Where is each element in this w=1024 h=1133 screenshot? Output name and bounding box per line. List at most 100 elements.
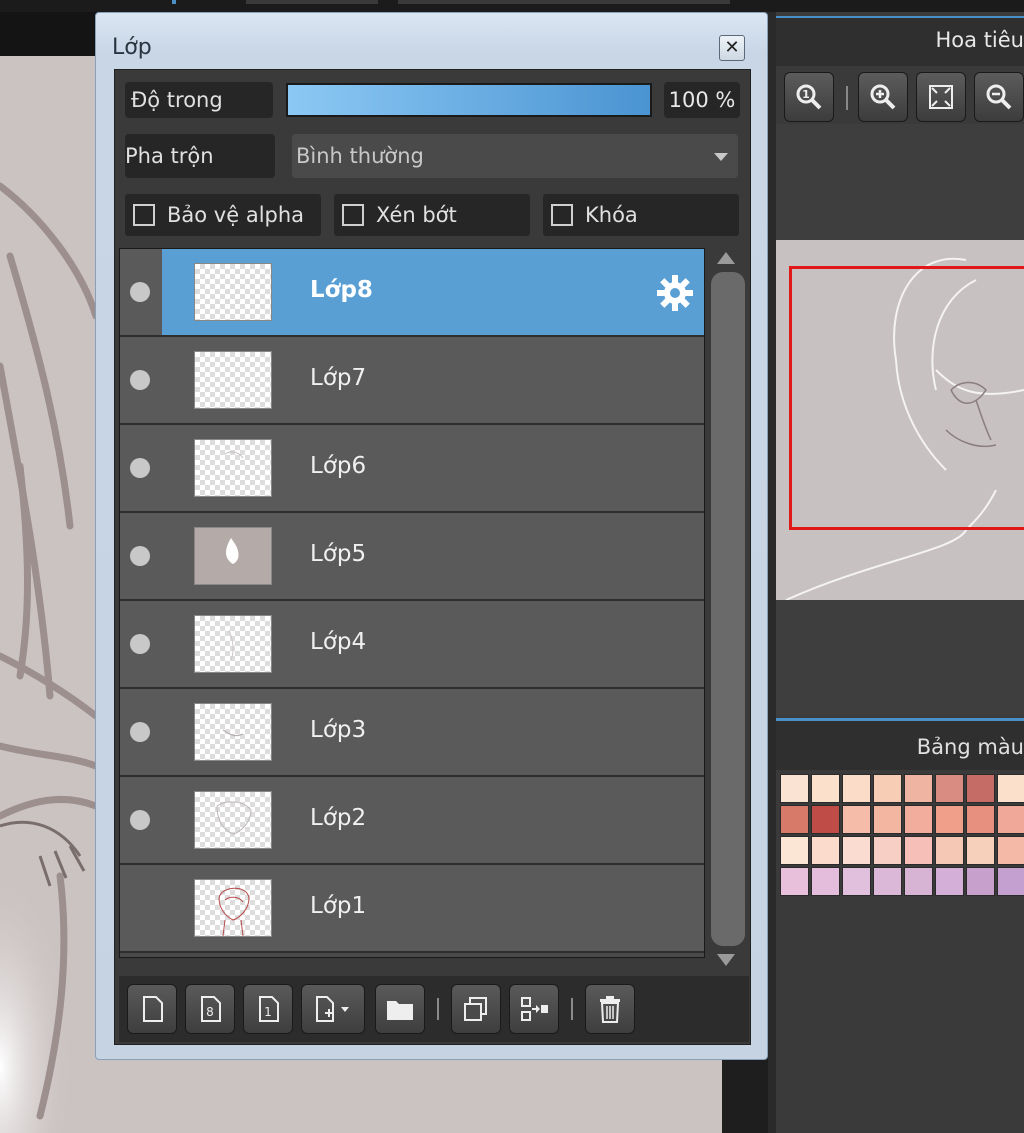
color-swatch[interactable] [935, 774, 964, 803]
zoom-in-button[interactable] [858, 72, 908, 122]
zoom-out-icon [986, 84, 1012, 110]
close-icon: ✕ [724, 37, 740, 58]
checkbox-label: Bảo vệ alpha [167, 203, 305, 227]
visibility-toggle[interactable] [120, 777, 162, 863]
clipping-checkbox[interactable]: Xén bớt [334, 194, 530, 236]
duplicate-layer-button[interactable] [451, 984, 501, 1034]
color-swatch[interactable] [842, 774, 871, 803]
top-tab[interactable] [398, 0, 730, 4]
opacity-slider[interactable] [286, 83, 652, 117]
layer-list-scrollbar[interactable] [707, 248, 747, 974]
color-swatch[interactable] [966, 805, 995, 834]
color-swatch[interactable] [997, 836, 1024, 865]
opacity-value[interactable]: 100 % [664, 82, 740, 118]
gear-icon[interactable] [655, 273, 695, 313]
color-swatch[interactable] [935, 836, 964, 865]
layer-row[interactable]: Lớp1 [120, 865, 704, 953]
new-layer-button[interactable] [127, 984, 177, 1034]
visibility-toggle[interactable] [120, 689, 162, 775]
svg-text:8: 8 [206, 1005, 214, 1019]
scroll-thumb[interactable] [711, 272, 745, 946]
add-layer-dropdown-button[interactable] [301, 984, 365, 1034]
top-tab[interactable] [246, 0, 378, 4]
layer-row[interactable]: Lớp2 [120, 777, 704, 865]
color-swatch[interactable] [935, 867, 964, 896]
layer-row[interactable]: Lớp6 [120, 425, 704, 513]
visibility-icon [130, 282, 150, 302]
color-swatch[interactable] [842, 805, 871, 834]
layer-name: Lớp6 [310, 453, 367, 479]
zoom-out-button[interactable] [974, 72, 1024, 122]
color-swatch[interactable] [997, 867, 1024, 896]
new-1bit-layer-icon: 1 [259, 996, 279, 1022]
visibility-toggle[interactable] [120, 865, 162, 951]
new-1bit-layer-button[interactable]: 1 [243, 984, 293, 1034]
color-swatch[interactable] [873, 805, 902, 834]
navigator-toolbar: 1 [776, 66, 1024, 124]
color-swatch[interactable] [904, 867, 933, 896]
visibility-toggle[interactable] [120, 425, 162, 511]
add-layer-dropdown-icon [316, 996, 349, 1022]
color-swatch[interactable] [873, 774, 902, 803]
svg-text:1: 1 [264, 1005, 272, 1019]
fit-screen-button[interactable] [916, 72, 966, 122]
scroll-up-icon[interactable] [717, 252, 735, 264]
delete-layer-button[interactable] [585, 984, 635, 1034]
layer-thumbnail [194, 351, 272, 409]
layer-row[interactable]: Lớp7 [120, 337, 704, 425]
color-swatch[interactable] [780, 774, 809, 803]
new-8bit-layer-button[interactable]: 8 [185, 984, 235, 1034]
color-swatch[interactable] [873, 836, 902, 865]
toolbar-gap [0, 12, 98, 56]
close-button[interactable]: ✕ [719, 35, 745, 61]
navigator-viewport-frame[interactable] [789, 266, 1024, 530]
panel-title: Lớp [112, 35, 152, 60]
dock-separator[interactable] [768, 12, 776, 1133]
color-swatch[interactable] [811, 805, 840, 834]
color-swatch[interactable] [935, 805, 964, 834]
visibility-toggle[interactable] [120, 601, 162, 687]
color-swatch[interactable] [780, 836, 809, 865]
layer-row[interactable]: Lớp4 [120, 601, 704, 689]
color-swatch[interactable] [842, 867, 871, 896]
layer-thumbnail [194, 615, 272, 673]
thumbnail-sketch [228, 629, 234, 661]
layer-row[interactable]: Lớp8 [120, 249, 704, 337]
layer-row[interactable]: Lớp3 [120, 689, 704, 777]
color-swatch[interactable] [780, 805, 809, 834]
layer-name: Lớp3 [310, 717, 367, 743]
merge-down-icon [521, 997, 548, 1021]
visibility-icon [130, 810, 150, 830]
folder-icon [387, 1001, 413, 1020]
color-swatch[interactable] [966, 836, 995, 865]
color-swatch[interactable] [904, 774, 933, 803]
color-swatch[interactable] [842, 836, 871, 865]
color-swatch[interactable] [811, 867, 840, 896]
duplicate-layer-icon [464, 997, 487, 1021]
blend-mode-select[interactable]: Bình thường [292, 134, 738, 178]
color-swatch[interactable] [904, 836, 933, 865]
color-swatch[interactable] [873, 867, 902, 896]
folder-button[interactable] [375, 984, 425, 1034]
merge-down-button[interactable] [509, 984, 559, 1034]
color-swatch[interactable] [997, 774, 1024, 803]
color-swatch[interactable] [997, 805, 1024, 834]
palette-title: Bảng màu [916, 735, 1024, 759]
visibility-toggle[interactable] [120, 513, 162, 599]
lock-checkbox[interactable]: Khóa [543, 194, 739, 236]
scroll-down-icon[interactable] [717, 954, 735, 966]
protect-alpha-checkbox[interactable]: Bảo vệ alpha [125, 194, 321, 236]
color-swatch[interactable] [966, 867, 995, 896]
color-swatch[interactable] [904, 805, 933, 834]
visibility-toggle[interactable] [120, 337, 162, 423]
color-swatch[interactable] [811, 774, 840, 803]
navigator-header: Hoa tiêu [776, 16, 1024, 66]
color-swatch[interactable] [811, 836, 840, 865]
color-swatch[interactable] [780, 867, 809, 896]
layer-toolbar: 8 1 [119, 976, 749, 1042]
layer-row[interactable]: Lớp5 [120, 513, 704, 601]
color-swatch[interactable] [966, 774, 995, 803]
zoom-actual-button[interactable]: 1 [784, 72, 834, 122]
visibility-toggle[interactable] [120, 249, 162, 335]
layer-thumbnail [194, 263, 272, 321]
